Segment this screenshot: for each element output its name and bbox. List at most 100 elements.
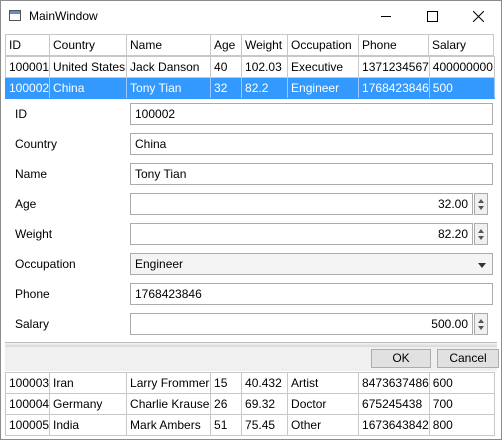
occupation-label: Occupation [15, 257, 76, 271]
cell-phone[interactable]: 8473637486 [358, 372, 430, 394]
cell-salary[interactable]: 800 [428, 414, 495, 436]
field-row-id: ID 100002 [5, 103, 497, 127]
table-row[interactable]: 100004 Germany Charlie Krause 26 69.32 D… [4, 393, 495, 415]
cell-occupation[interactable]: Artist [287, 372, 360, 394]
table-row[interactable]: 100003 Iran Larry Frommer 15 40.432 Arti… [4, 372, 495, 394]
cell-age[interactable]: 40 [210, 56, 243, 78]
cell-occupation[interactable]: Executive [287, 56, 360, 78]
cell-country[interactable]: Germany [49, 393, 128, 415]
field-row-name: Name Tony Tian [5, 163, 497, 187]
salary-label: Salary [15, 317, 50, 331]
field-row-age: Age 32.00 [5, 193, 497, 217]
cell-salary[interactable]: 700 [428, 393, 495, 415]
cell-age[interactable]: 15 [210, 372, 243, 394]
age-label: Age [15, 197, 37, 211]
column-header-age[interactable]: Age [210, 34, 242, 56]
spin-up-icon[interactable] [478, 229, 484, 233]
occupation-selected-value: Engineer [135, 257, 184, 271]
cell-id[interactable]: 100002 [4, 77, 51, 99]
field-row-weight: Weight 82.20 [5, 223, 497, 247]
cell-weight[interactable]: 69.32 [241, 393, 289, 415]
cell-id[interactable]: 100005 [4, 414, 51, 436]
spin-down-icon[interactable] [478, 206, 484, 210]
column-header-weight[interactable]: Weight [241, 34, 288, 56]
occupation-dropdown[interactable]: Engineer [130, 253, 493, 275]
cell-phone[interactable]: 1371234567 [358, 56, 430, 78]
data-grid-header: ID Country Name Age Weight Occupation Ph… [5, 34, 494, 56]
header-row: ID Country Name Age Weight Occupation Ph… [5, 34, 494, 56]
main-window: MainWindow ID Country Name Age Weight Oc… [0, 0, 502, 440]
column-header-name[interactable]: Name [126, 34, 211, 56]
cell-age[interactable]: 32 [210, 77, 243, 99]
name-field[interactable]: Tony Tian [130, 163, 493, 185]
column-header-country[interactable]: Country [49, 34, 127, 56]
close-button[interactable] [455, 1, 501, 32]
cell-id[interactable]: 100004 [4, 393, 51, 415]
spin-up-icon[interactable] [478, 199, 484, 203]
spin-down-icon[interactable] [478, 236, 484, 240]
id-field[interactable]: 100002 [130, 103, 493, 125]
table-row[interactable]: 100005 India Mark Ambers 51 75.45 Other … [4, 414, 495, 436]
cell-name[interactable]: Tony Tian [126, 77, 212, 99]
cell-salary[interactable]: 400000000 [428, 56, 495, 78]
age-spinner[interactable] [474, 193, 488, 215]
weight-spinner[interactable] [474, 223, 488, 245]
button-bar: OK Cancel [5, 347, 499, 371]
cell-name[interactable]: Mark Ambers [126, 414, 212, 436]
cell-phone[interactable]: 1673643842 [358, 414, 430, 436]
cell-weight[interactable]: 102.03 [241, 56, 289, 78]
column-header-phone[interactable]: Phone [358, 34, 429, 56]
cell-name[interactable]: Charlie Krause [126, 393, 212, 415]
field-row-salary: Salary 500.00 [5, 313, 497, 337]
column-header-salary[interactable]: Salary [428, 34, 494, 56]
column-header-occupation[interactable]: Occupation [287, 34, 359, 56]
cell-occupation[interactable]: Engineer [287, 77, 360, 99]
cell-phone[interactable]: 1768423846 [358, 77, 430, 99]
maximize-icon [426, 11, 438, 22]
minimize-icon [381, 16, 391, 17]
minimize-button[interactable] [363, 1, 409, 32]
cell-salary[interactable]: 500 [428, 77, 495, 99]
table-row-selected[interactable]: 100002 China Tony Tian 32 82.2 Engineer … [4, 77, 495, 99]
country-field[interactable]: China [130, 133, 493, 155]
cell-id[interactable]: 100001 [4, 56, 51, 78]
cell-name[interactable]: Larry Frommer [126, 372, 212, 394]
cell-name[interactable]: Jack Danson [126, 56, 212, 78]
title-bar[interactable]: MainWindow [1, 1, 501, 32]
cell-occupation[interactable]: Other [287, 414, 360, 436]
column-header-id[interactable]: ID [5, 34, 50, 56]
cell-weight[interactable]: 75.45 [241, 414, 289, 436]
cell-id[interactable]: 100003 [4, 372, 51, 394]
data-grid-rows-top: 100001 United States Jack Danson 40 102.… [4, 56, 495, 99]
table-row[interactable]: 100001 United States Jack Danson 40 102.… [4, 56, 495, 78]
cell-age[interactable]: 51 [210, 414, 243, 436]
maximize-button[interactable] [409, 1, 455, 32]
cell-country[interactable]: United States [49, 56, 128, 78]
ok-button[interactable]: OK [371, 349, 431, 368]
window-app-icon [9, 10, 21, 21]
field-row-occupation: Occupation Engineer [5, 253, 497, 277]
cell-age[interactable]: 26 [210, 393, 243, 415]
field-row-phone: Phone 1768423846 [5, 283, 497, 307]
close-icon [472, 11, 484, 22]
age-field[interactable]: 32.00 [130, 193, 473, 215]
cancel-button[interactable]: Cancel [437, 349, 499, 368]
id-label: ID [15, 107, 27, 121]
cell-occupation[interactable]: Doctor [287, 393, 360, 415]
spin-up-icon[interactable] [478, 319, 484, 323]
field-row-country: Country China [5, 133, 497, 157]
salary-field[interactable]: 500.00 [130, 313, 473, 335]
spin-down-icon[interactable] [478, 326, 484, 330]
cell-phone[interactable]: 675245438 [358, 393, 430, 415]
cell-country[interactable]: Iran [49, 372, 128, 394]
cell-salary[interactable]: 600 [428, 372, 495, 394]
cell-country[interactable]: China [49, 77, 128, 99]
weight-field[interactable]: 82.20 [130, 223, 473, 245]
cell-weight[interactable]: 40.432 [241, 372, 289, 394]
salary-spinner[interactable] [474, 313, 488, 335]
phone-field[interactable]: 1768423846 [130, 283, 493, 305]
cell-country[interactable]: India [49, 414, 128, 436]
row-details-panel: ID 100002 Country China Name Tony Tian A… [5, 100, 497, 342]
window-title: MainWindow [29, 9, 98, 23]
cell-weight[interactable]: 82.2 [241, 77, 289, 99]
